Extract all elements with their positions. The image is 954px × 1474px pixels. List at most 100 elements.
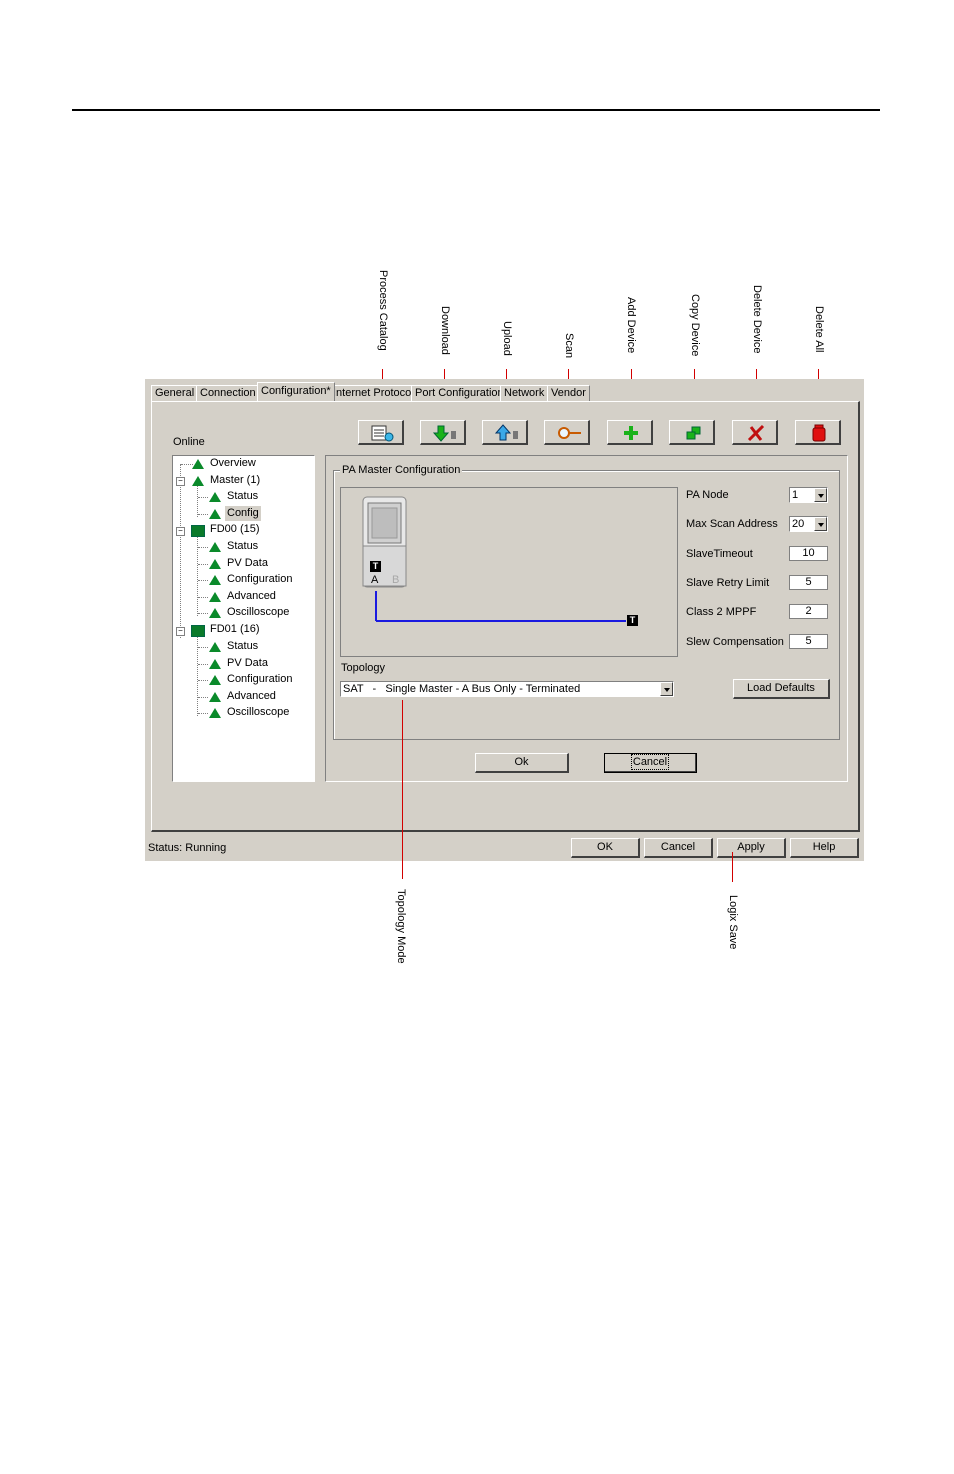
tree-line [198, 563, 208, 565]
pa-node-label: PA Node [686, 489, 729, 501]
inner-cancel-button[interactable]: Cancel [604, 753, 697, 773]
inner-ok-button[interactable]: Ok [475, 753, 569, 773]
load-defaults-button[interactable]: Load Defaults [733, 679, 830, 699]
add-device-button[interactable] [607, 420, 653, 445]
callout-line [402, 700, 403, 879]
tree-item-master[interactable]: Master (1) [210, 473, 260, 488]
terminator-badge: T [370, 561, 381, 572]
tree-line [180, 464, 181, 638]
download-arrow-icon [432, 425, 456, 442]
callout-scan: Scan [563, 333, 575, 359]
end-terminator-badge: T [627, 615, 638, 626]
slave-timeout-field[interactable]: 10 [789, 546, 828, 561]
collapse-toggle-icon[interactable]: − [176, 627, 185, 636]
tree-item-fd00-advanced[interactable]: Advanced [227, 589, 276, 604]
plus-icon [624, 426, 638, 440]
tree-line [198, 663, 208, 665]
tree-item-fd00-pv-data[interactable]: PV Data [227, 556, 268, 571]
callout-process-catalog: Process Catalog [377, 270, 389, 351]
tree-item-fd00[interactable]: FD00 (15) [210, 522, 260, 537]
collapse-toggle-icon[interactable]: − [176, 527, 185, 536]
callout-upload: Upload [501, 321, 513, 356]
item-icon [209, 642, 221, 652]
class2-mppf-field[interactable]: 2 [789, 604, 828, 619]
tree-line [198, 713, 208, 715]
tree-item-fd01-pv-data[interactable]: PV Data [227, 656, 268, 671]
tab-connection[interactable]: Connection [196, 385, 260, 401]
online-label: Online [173, 436, 205, 448]
callout-add-device: Add Device [625, 297, 637, 354]
slave-retry-label: Slave Retry Limit [686, 577, 770, 589]
tab-port-configuration[interactable]: Port Configuration [411, 385, 508, 401]
tree-item-fd00-configuration[interactable]: Configuration [227, 572, 292, 587]
tree-line [198, 647, 208, 648]
pa-node-select[interactable]: 1 [789, 487, 828, 503]
master-icon [192, 476, 204, 486]
callout-download: Download [439, 306, 451, 355]
delete-x-icon [747, 424, 765, 442]
group-title: PA Master Configuration [340, 464, 463, 476]
callout-delete-device: Delete Device [751, 285, 763, 354]
fd00-device-icon [191, 525, 205, 537]
item-icon [209, 575, 221, 586]
slave-retry-field[interactable]: 5 [789, 575, 828, 590]
tree-item-overview[interactable]: Overview [210, 456, 256, 471]
help-button[interactable]: Help [790, 838, 859, 858]
tree-item-fd01-oscilloscope[interactable]: Oscilloscope [227, 705, 289, 720]
tree-line [198, 547, 208, 548]
download-button[interactable] [420, 420, 466, 445]
tree-line [198, 613, 208, 615]
page-rule [72, 109, 880, 111]
delete-device-button[interactable] [732, 420, 778, 445]
inner-cancel-label: Cancel [630, 754, 670, 770]
tree-item-fd00-oscilloscope[interactable]: Oscilloscope [227, 605, 289, 620]
tab-vendor[interactable]: Vendor [547, 385, 590, 401]
trash-icon [812, 424, 826, 442]
topology-select[interactable]: SAT - Single Master - A Bus Only - Termi… [340, 681, 674, 697]
tree-item-fd01[interactable]: FD01 (16) [210, 622, 260, 637]
scan-button[interactable] [544, 420, 590, 445]
slave-timeout-label: SlaveTimeout [686, 548, 753, 560]
tree-item-master-status[interactable]: Status [227, 489, 258, 504]
tree-line [198, 596, 208, 598]
tree-line [198, 497, 208, 498]
topology-diagram: T A B T [340, 487, 678, 657]
tree-item-fd01-advanced[interactable]: Advanced [227, 689, 276, 704]
callout-line [732, 852, 733, 882]
max-scan-label: Max Scan Address [686, 518, 778, 530]
item-icon [209, 542, 221, 552]
chevron-down-icon[interactable] [660, 682, 673, 696]
topology-select-value: SAT - Single Master - A Bus Only - Termi… [343, 683, 581, 695]
process-catalog-button[interactable] [358, 420, 404, 445]
max-scan-value: 20 [792, 518, 805, 530]
config-icon [209, 509, 221, 519]
chevron-down-icon[interactable] [814, 488, 827, 502]
tree-item-master-config[interactable]: Config [225, 506, 261, 521]
tree-item-fd01-configuration[interactable]: Configuration [227, 672, 292, 687]
item-icon [209, 591, 221, 602]
topology-label: Topology [341, 662, 386, 674]
copy-device-button[interactable] [669, 420, 715, 445]
delete-all-button[interactable] [795, 420, 841, 445]
collapse-toggle-icon[interactable]: − [176, 477, 185, 486]
port-a-label: A [371, 574, 379, 586]
chevron-down-icon[interactable] [814, 517, 827, 531]
tab-configuration[interactable]: Configuration* [257, 382, 335, 401]
tab-general[interactable]: General [151, 385, 199, 401]
tree-item-fd01-status[interactable]: Status [227, 639, 258, 654]
slew-compensation-field[interactable]: 5 [789, 634, 828, 649]
cancel-button[interactable]: Cancel [644, 838, 713, 858]
tab-network[interactable]: Network [500, 385, 549, 401]
overview-icon [192, 459, 204, 469]
upload-button[interactable] [482, 420, 528, 445]
pa-node-value: 1 [792, 489, 799, 501]
tree-item-fd00-status[interactable]: Status [227, 539, 258, 554]
max-scan-select[interactable]: 20 [789, 516, 828, 532]
tab-internet-protocol[interactable]: Internet Protocol [329, 385, 418, 401]
topology-graphic [362, 496, 626, 622]
ok-button[interactable]: OK [571, 838, 640, 858]
class2-mppf-label: Class 2 MPPF [686, 606, 757, 618]
apply-button[interactable]: Apply [717, 838, 786, 858]
item-icon [209, 691, 221, 702]
tree-line [198, 580, 208, 582]
